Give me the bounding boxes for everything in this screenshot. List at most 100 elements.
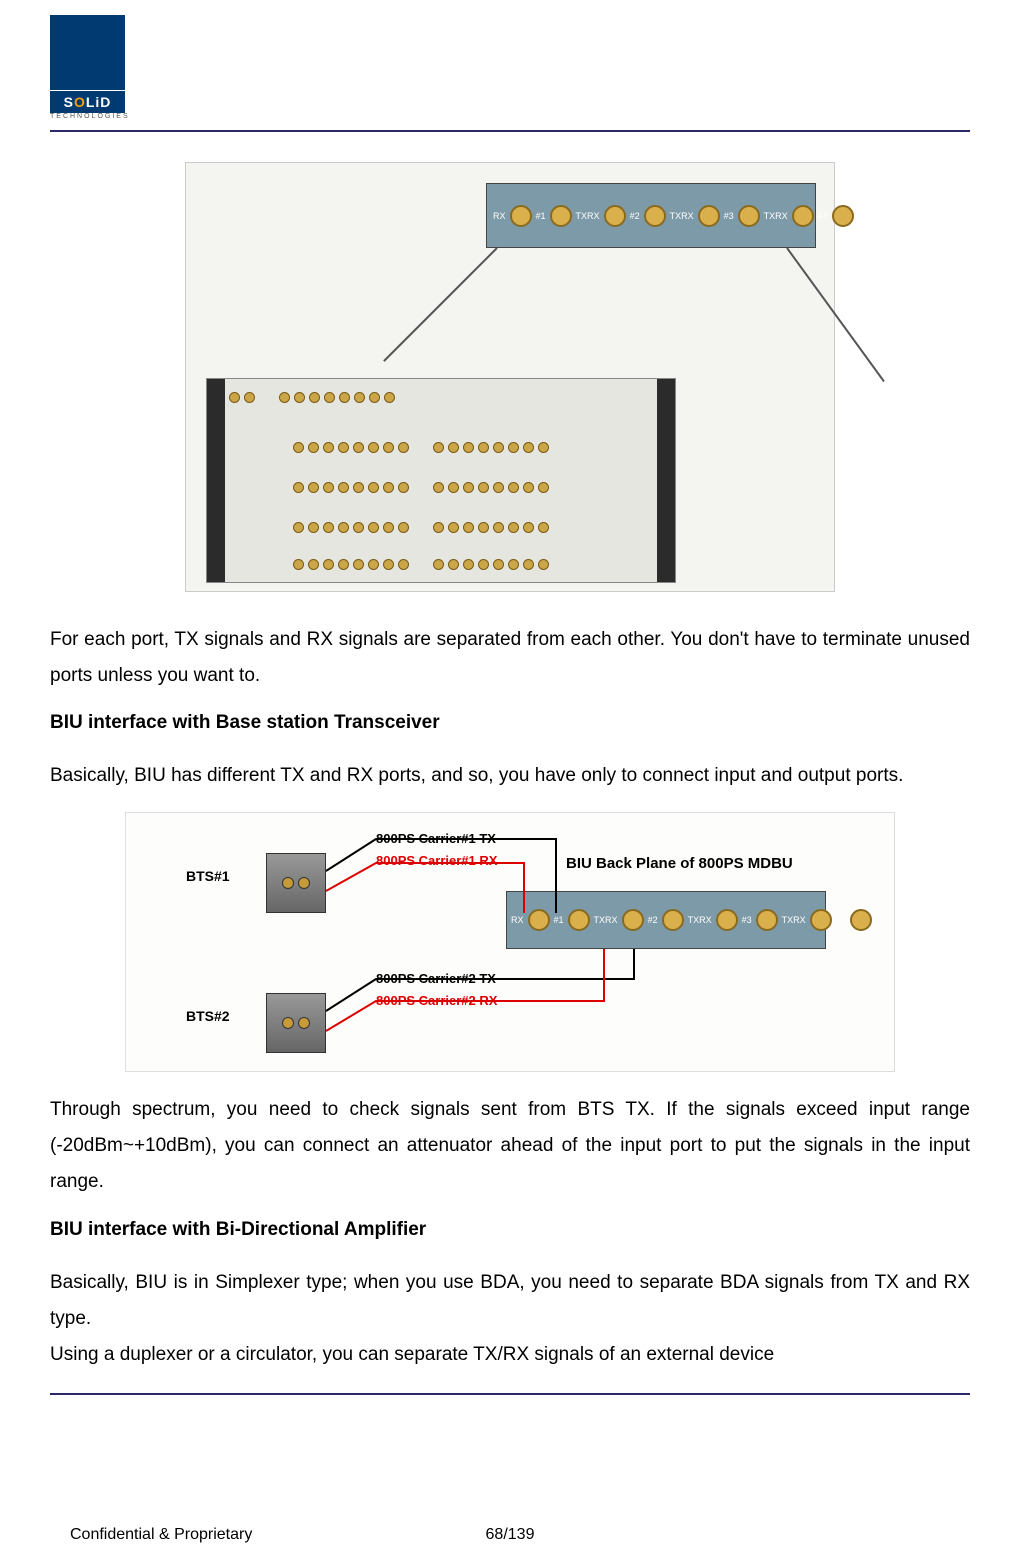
rack-port-icon xyxy=(353,559,364,570)
port-num-lbl: #4 xyxy=(818,211,828,221)
port-tx-lbl: TX xyxy=(670,211,682,221)
rack-port-icon xyxy=(508,442,519,453)
logo: SOLiD TECHNOLOGIES xyxy=(50,15,970,120)
rack-port-icon xyxy=(448,559,459,570)
port-num-lbl: #2 xyxy=(630,211,640,221)
rack-port-icon xyxy=(508,522,519,533)
port-icon xyxy=(510,205,532,227)
rack-port-icon xyxy=(323,442,334,453)
port-rx-lbl: RX xyxy=(511,915,524,925)
divider-top xyxy=(50,130,970,132)
rack-port-icon xyxy=(523,522,534,533)
heading-biu-bda: BIU interface with Bi-Directional Amplif… xyxy=(50,1219,970,1241)
rack-port-icon xyxy=(398,442,409,453)
rack-port-icon xyxy=(368,559,379,570)
port-icon xyxy=(756,909,778,931)
signal-label-rx2: 800PS Carrier#2 RX xyxy=(376,993,497,1008)
rack-port-icon xyxy=(448,482,459,493)
bts-connector-icon xyxy=(282,877,294,889)
port-num-lbl: #1 xyxy=(536,211,546,221)
port-tx-lbl: TX xyxy=(782,915,794,925)
rack-port-icon xyxy=(308,442,319,453)
bts-connector-icon xyxy=(282,1017,294,1029)
logo-d: D xyxy=(100,94,111,110)
rack-port-icon xyxy=(493,522,504,533)
port-tx-lbl: TX xyxy=(858,211,870,221)
rack-port-icon xyxy=(323,482,334,493)
rack-port-icon xyxy=(368,482,379,493)
port-rx-lbl: RX xyxy=(793,915,806,925)
rack-port-icon xyxy=(368,522,379,533)
logo-s: S xyxy=(64,94,74,110)
rack-port-icon xyxy=(463,559,474,570)
rack-row xyxy=(229,475,653,499)
port-icon xyxy=(792,205,814,227)
port-icon xyxy=(850,909,872,931)
paragraph: Basically, BIU has different TX and RX p… xyxy=(50,758,970,794)
rack-ear-right xyxy=(657,379,675,582)
rack-port-icon xyxy=(383,522,394,533)
bts-connector-icon xyxy=(298,1017,310,1029)
rack-port-icon xyxy=(398,522,409,533)
port-rx-lbl: RX xyxy=(587,211,600,221)
rack-port-icon xyxy=(478,442,489,453)
port-rx-lbl: RX xyxy=(699,915,712,925)
rack-port-icon xyxy=(478,482,489,493)
label-bts1: BTS#1 xyxy=(186,868,230,884)
paragraph: For each port, TX signals and RX signals… xyxy=(50,622,970,694)
label-backplane: BIU Back Plane of 800PS MDBU xyxy=(566,855,793,872)
rack-port-icon xyxy=(293,482,304,493)
rack-port-icon xyxy=(324,392,335,403)
paragraph: Through spectrum, you need to check sign… xyxy=(50,1092,970,1200)
logo-text: SOLiD xyxy=(50,91,125,113)
rack-port-icon xyxy=(308,522,319,533)
rack-port-icon xyxy=(493,442,504,453)
rack-port-icon xyxy=(339,392,350,403)
rack-port-icon xyxy=(293,442,304,453)
rack-port-icon xyxy=(538,482,549,493)
port-num-lbl: #3 xyxy=(724,211,734,221)
port-icon xyxy=(662,909,684,931)
callout-leader-line xyxy=(383,247,498,362)
rack-port-icon xyxy=(508,559,519,570)
signal-label-tx1: 800PS Carrier#1 TX xyxy=(376,831,496,846)
rack-port-icon xyxy=(433,442,444,453)
rack-port-icon xyxy=(433,482,444,493)
rack-row xyxy=(229,515,653,539)
port-tx-lbl: TX xyxy=(876,915,888,925)
rack-port-icon xyxy=(383,442,394,453)
callout-panel: RX#1TX RX#2TX RX#3TX RX#4TX xyxy=(486,183,816,248)
rack-port-icon xyxy=(244,392,255,403)
port-icon xyxy=(644,205,666,227)
signal-label-tx2: 800PS Carrier#2 TX xyxy=(376,971,496,986)
rack-port-icon xyxy=(384,392,395,403)
rack-row xyxy=(229,385,653,409)
rack-port-icon xyxy=(538,559,549,570)
port-tx-lbl: TX xyxy=(764,211,776,221)
rack-port-icon xyxy=(433,522,444,533)
rack-row xyxy=(229,435,653,459)
port-icon xyxy=(716,909,738,931)
figure-biu-bts-wiring: BTS#1 BTS#2 BIU Back Plane of 800PS MDBU… xyxy=(125,812,895,1072)
rack-port-icon xyxy=(338,522,349,533)
rack-port-icon xyxy=(523,559,534,570)
port-icon xyxy=(698,205,720,227)
rack-port-icon xyxy=(538,522,549,533)
rack-port-icon xyxy=(463,442,474,453)
footer-pagenum: 68/139 xyxy=(70,1526,950,1544)
rack-ear-left xyxy=(207,379,225,582)
port-num-lbl: #1 xyxy=(554,915,564,925)
port-rx-lbl: RX xyxy=(775,211,788,221)
bts1-unit xyxy=(266,853,326,913)
paragraph: Basically, BIU is in Simplexer type; whe… xyxy=(50,1265,970,1337)
port-tx-lbl: TX xyxy=(688,915,700,925)
port-tx-lbl: TX xyxy=(576,211,588,221)
port-tx-lbl: TX xyxy=(594,915,606,925)
signal-label-rx1: 800PS Carrier#1 RX xyxy=(376,853,497,868)
rack-port-icon xyxy=(478,522,489,533)
rack-port-icon xyxy=(338,482,349,493)
logo-square xyxy=(50,15,125,90)
label-bts2: BTS#2 xyxy=(186,1008,230,1024)
rack-port-icon xyxy=(279,392,290,403)
backplane-panel: RX#1TX RX#2TX RX#3TX RX#4TX xyxy=(506,891,826,949)
